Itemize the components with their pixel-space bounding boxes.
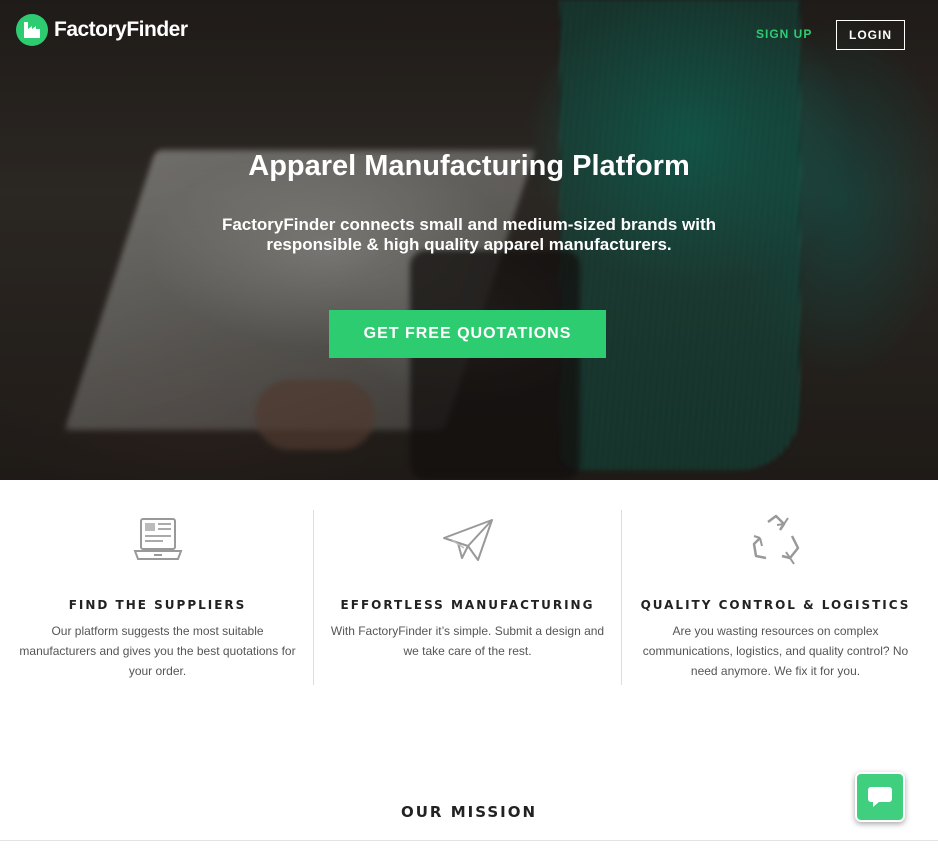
feature-title: EFFORTLESS MANUFACTURING [340, 598, 595, 612]
brand-name: FactoryFinder [54, 18, 188, 41]
get-free-quotations-button[interactable]: GET FREE QUOTATIONS [329, 310, 606, 358]
feature-text: Are you wasting resources on complex com… [642, 624, 909, 678]
chat-bubble-icon [868, 787, 892, 807]
factory-logo-icon [16, 14, 48, 46]
feature-effortless-manufacturing: EFFORTLESS MANUFACTURING With FactoryFin… [315, 510, 620, 661]
hero-title: Apparel Manufacturing Platform [248, 150, 690, 182]
mission-divider [0, 840, 938, 841]
feature-divider [313, 510, 314, 685]
features-section: FIND THE SUPPLIERS Our platform suggests… [0, 480, 938, 700]
feature-divider [621, 510, 622, 685]
signup-link[interactable]: SIGN UP [756, 27, 812, 41]
hero-background-cloth [64, 150, 536, 430]
login-button[interactable]: LOGIN [836, 20, 905, 50]
feature-text: Our platform suggests the most suitable … [19, 624, 296, 678]
laptop-icon [133, 518, 182, 560]
feature-find-suppliers: FIND THE SUPPLIERS Our platform suggests… [5, 510, 310, 681]
recycle-icon [752, 514, 799, 565]
paper-plane-icon [442, 519, 493, 561]
hero-subtitle: FactoryFinder connects small and medium-… [221, 215, 717, 254]
brand-logo[interactable]: FactoryFinder [16, 14, 188, 46]
hero-background-machine [410, 250, 580, 480]
feature-quality-control-logistics: QUALITY CONTROL & LOGISTICS Are you wast… [623, 510, 928, 681]
feature-text: With FactoryFinder it’s simple. Submit a… [330, 624, 605, 658]
feature-title: QUALITY CONTROL & LOGISTICS [640, 598, 911, 612]
hero-background-hand [255, 380, 375, 450]
mission-heading: OUR MISSION [400, 803, 538, 821]
top-navigation: FactoryFinder SIGN UP LOGIN [0, 0, 938, 70]
feature-title: FIND THE SUPPLIERS [68, 598, 247, 612]
chat-widget-button[interactable] [855, 772, 905, 822]
